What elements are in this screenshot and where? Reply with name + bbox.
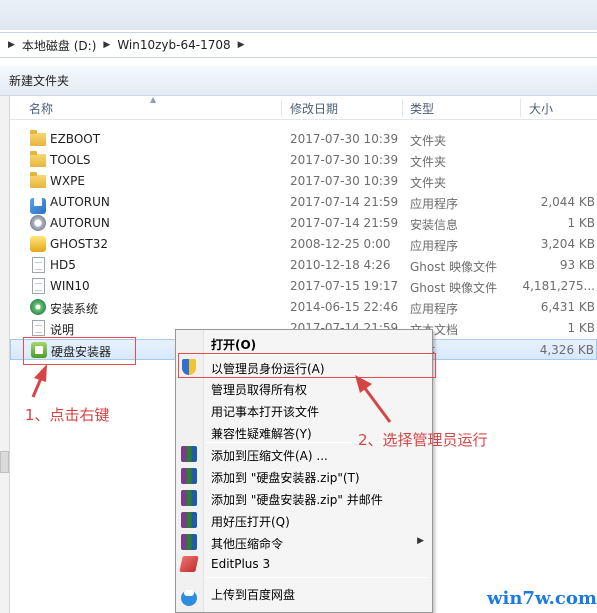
annotation-arrows — [31, 364, 392, 423]
annotation-step2: 2、选择管理员运行 — [358, 431, 488, 449]
annotation-arrow-1 — [31, 364, 47, 398]
annotation-step1: 1、点击右键 — [25, 406, 110, 424]
annotation-arrow-2 — [355, 375, 392, 423]
watermark: win7w.com — [487, 588, 597, 609]
